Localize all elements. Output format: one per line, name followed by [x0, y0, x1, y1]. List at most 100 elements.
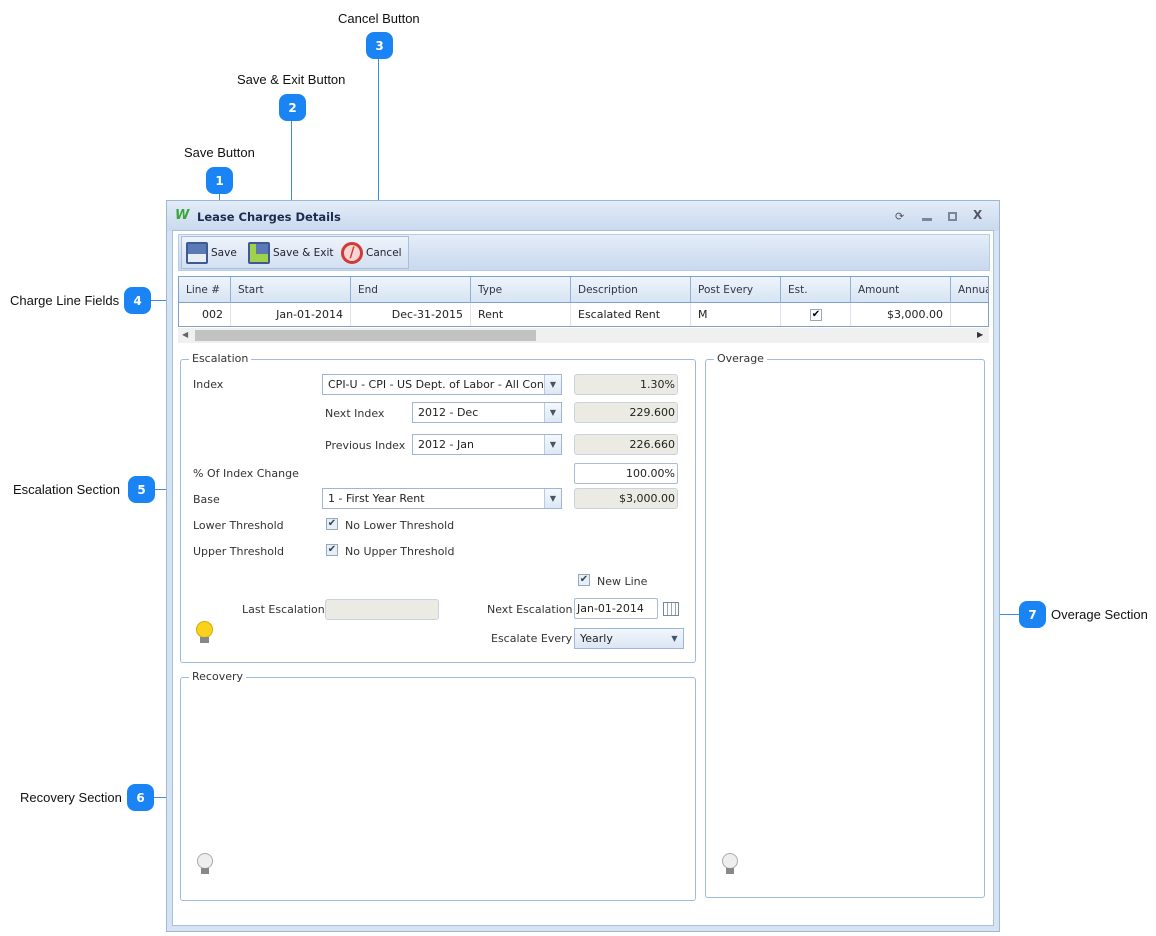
chevron-down-icon[interactable]: ▼: [544, 489, 561, 508]
last-escalation-label: Last Escalation: [242, 603, 325, 616]
callout-label-charge-lines: Charge Line Fields: [10, 293, 120, 308]
previous-index-field: 226.660: [574, 434, 678, 455]
callout-label-overage: Overage Section: [1051, 607, 1148, 622]
chevron-down-icon[interactable]: ▼: [544, 435, 561, 454]
no-lower-threshold-label: No Lower Threshold: [345, 519, 455, 532]
no-upper-threshold-checkbox[interactable]: ✔: [326, 544, 338, 556]
index-combo[interactable]: CPI-U - CPI - US Dept. of Labor - All Co…: [322, 374, 562, 395]
next-index-field: 229.600: [574, 402, 678, 423]
pct-index-change-label: % Of Index Change: [193, 467, 299, 480]
column-header-end[interactable]: End: [351, 277, 471, 303]
pct-index-change-input[interactable]: 100.00%: [574, 463, 678, 484]
cell-amount[interactable]: $3,000.00: [851, 303, 951, 326]
lightbulb-icon[interactable]: [722, 853, 738, 869]
cell-post-every[interactable]: M: [691, 303, 781, 326]
cell-end[interactable]: Dec-31-2015: [351, 303, 471, 326]
base-amount-field: $3,000.00: [574, 488, 678, 509]
column-header-type[interactable]: Type: [471, 277, 571, 303]
callout-badge-5: 5: [128, 476, 155, 503]
index-value: CPI-U - CPI - US Dept. of Labor - All Co…: [328, 378, 544, 391]
save-label: Save: [211, 247, 237, 259]
lightbulb-base: [201, 868, 209, 874]
lightbulb-icon[interactable]: [197, 853, 213, 869]
callout-badge-1: 1: [206, 167, 233, 194]
window-title: Lease Charges Details: [197, 210, 341, 224]
cell-annual[interactable]: $: [951, 303, 988, 326]
next-escalation-input[interactable]: Jan-01-2014: [574, 598, 658, 619]
calendar-icon[interactable]: [663, 602, 679, 616]
previous-index-label: Previous Index: [325, 439, 406, 452]
base-value: 1 - First Year Rent: [328, 492, 425, 505]
new-line-label: New Line: [597, 575, 648, 588]
save-button[interactable]: Save: [186, 240, 237, 266]
floppy-disk-icon: [186, 242, 208, 264]
new-line-checkbox[interactable]: ✔: [578, 574, 590, 586]
cell-est[interactable]: ✔: [781, 303, 851, 326]
index-label: Index: [193, 378, 224, 391]
no-upper-threshold-label: No Upper Threshold: [345, 545, 455, 558]
cell-description[interactable]: Escalated Rent: [571, 303, 691, 326]
base-label: Base: [193, 493, 220, 506]
column-header-description[interactable]: Description: [571, 277, 691, 303]
callout-badge-2: 2: [279, 94, 306, 121]
previous-index-combo[interactable]: 2012 - Jan ▼: [412, 434, 562, 455]
last-escalation-field: [325, 599, 439, 620]
callout-label-escalation: Escalation Section: [13, 482, 120, 497]
lower-threshold-label: Lower Threshold: [193, 519, 284, 532]
callout-badge-3: 3: [366, 32, 393, 59]
cell-type[interactable]: Rent: [471, 303, 571, 326]
recovery-legend: Recovery: [189, 670, 247, 683]
callout-label-save: Save Button: [184, 145, 255, 160]
lightbulb-icon[interactable]: [196, 621, 213, 638]
cell-start[interactable]: Jan-01-2014: [231, 303, 351, 326]
column-header-line[interactable]: Line #: [179, 277, 231, 303]
scroll-left-icon[interactable]: ◀: [182, 330, 188, 339]
save-exit-icon: [248, 242, 270, 264]
overage-legend: Overage: [714, 352, 767, 365]
chevron-down-icon[interactable]: ▼: [544, 375, 561, 394]
callout-badge-6: 6: [127, 784, 154, 811]
save-exit-button[interactable]: Save & Exit: [248, 240, 334, 266]
est-checkbox[interactable]: ✔: [810, 309, 822, 321]
next-index-combo[interactable]: 2012 - Dec ▼: [412, 402, 562, 423]
cancel-button[interactable]: / Cancel: [341, 240, 402, 266]
chevron-down-icon[interactable]: ▼: [666, 629, 683, 648]
escalation-legend: Escalation: [189, 352, 252, 365]
next-index-label: Next Index: [325, 407, 385, 420]
overage-section: [705, 359, 985, 898]
recovery-section: [180, 677, 696, 901]
column-header-amount[interactable]: Amount: [851, 277, 951, 303]
cancel-label: Cancel: [366, 247, 402, 259]
column-header-annual[interactable]: Annua: [951, 277, 988, 303]
callout-badge-4: 4: [124, 287, 151, 314]
index-pct-field: 1.30%: [574, 374, 678, 395]
cancel-icon: /: [341, 242, 363, 264]
base-combo[interactable]: 1 - First Year Rent ▼: [322, 488, 562, 509]
callout-label-save-exit: Save & Exit Button: [237, 72, 346, 87]
lightbulb-base: [726, 868, 734, 874]
previous-index-value: 2012 - Jan: [418, 438, 474, 451]
minimize-icon[interactable]: [922, 218, 932, 221]
callout-badge-7: 7: [1019, 601, 1046, 628]
next-index-value: 2012 - Dec: [418, 406, 479, 419]
callout-label-cancel: Cancel Button: [338, 11, 420, 26]
no-lower-threshold-checkbox[interactable]: ✔: [326, 518, 338, 530]
column-header-est[interactable]: Est.: [781, 277, 851, 303]
column-header-post-every[interactable]: Post Every: [691, 277, 781, 303]
refresh-icon[interactable]: ⟳: [895, 210, 904, 223]
save-exit-label: Save & Exit: [273, 247, 334, 259]
upper-threshold-label: Upper Threshold: [193, 545, 285, 558]
chevron-down-icon[interactable]: ▼: [544, 403, 561, 422]
next-escalation-label: Next Escalation: [487, 603, 573, 616]
charge-lines-grid: Line # Start End Type Description Post E…: [178, 276, 989, 327]
close-icon[interactable]: X: [973, 208, 982, 222]
cell-line[interactable]: 002: [179, 303, 231, 326]
escalate-every-combo[interactable]: Yearly ▼: [574, 628, 684, 649]
escalate-every-label: Escalate Every: [491, 632, 573, 645]
scrollbar-thumb[interactable]: [195, 330, 536, 341]
lightbulb-base: [200, 637, 209, 643]
scroll-right-icon[interactable]: ▶: [977, 330, 983, 339]
maximize-icon[interactable]: [948, 212, 957, 221]
escalate-every-value: Yearly: [580, 632, 613, 645]
column-header-start[interactable]: Start: [231, 277, 351, 303]
